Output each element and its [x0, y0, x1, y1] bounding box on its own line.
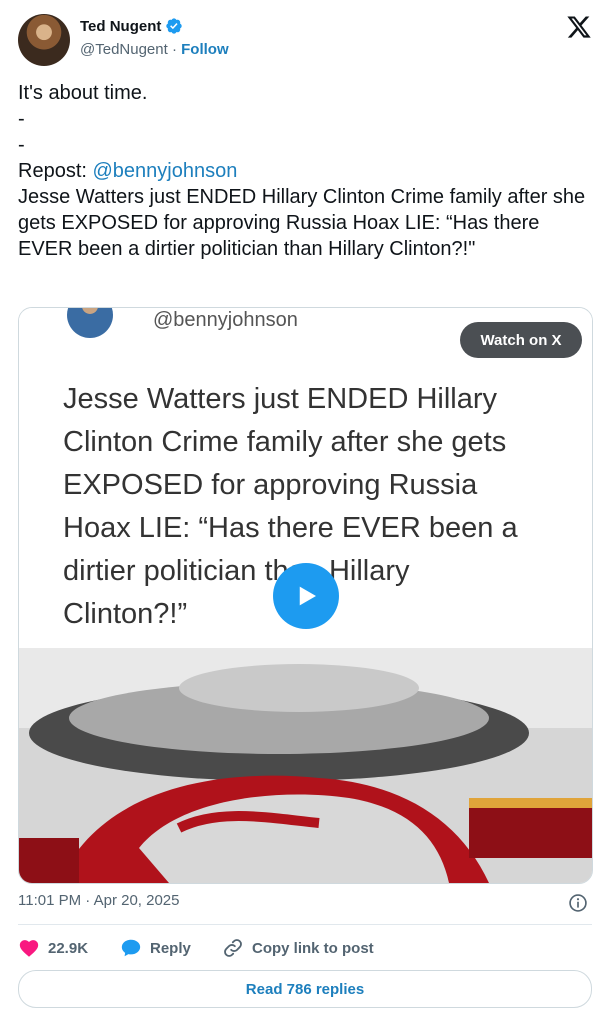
repost-prefix: Repost:	[18, 160, 93, 182]
author-name[interactable]: Ted Nugent	[80, 18, 161, 35]
media-avatar	[67, 308, 113, 338]
post-text: It's about time. - - Repost: @bennyjohns…	[18, 80, 592, 262]
repost-mention-link[interactable]: @bennyjohnson	[92, 160, 237, 182]
repost-line: Repost: @bennyjohnson	[18, 158, 592, 184]
media-handle: @bennyjohnson	[153, 309, 298, 331]
reply-button[interactable]: Reply	[120, 937, 222, 959]
author-name-row: Ted Nugent	[80, 17, 183, 35]
info-icon[interactable]	[568, 893, 588, 913]
repost-body: Jesse Watters just ENDED Hillary Clinton…	[18, 186, 591, 260]
verified-badge-icon	[166, 18, 183, 34]
action-bar: 22.9K Reply Copy link to post	[18, 936, 374, 960]
post-line: -	[18, 134, 25, 156]
reply-label: Reply	[150, 939, 191, 957]
author-handle-row: @TedNugent · Follow	[80, 41, 229, 58]
separator: ·	[171, 41, 177, 58]
copy-link-button[interactable]: Copy link to post	[222, 937, 374, 959]
read-replies-button[interactable]: Read 786 replies	[18, 970, 592, 1008]
copy-link-label: Copy link to post	[252, 939, 374, 957]
divider	[18, 924, 592, 925]
embedded-post: Ted Nugent @TedNugent · Follow It's abou…	[0, 0, 610, 1024]
link-icon	[224, 939, 242, 957]
speech-bubble-icon	[121, 939, 141, 957]
media-quote-line: EXPOSED for approving Russia	[63, 469, 478, 501]
play-button[interactable]	[273, 563, 339, 629]
video-media[interactable]: @bennyjohnson Jesse Watters just ENDED H…	[18, 307, 593, 884]
media-quote-line: Hoax LIE: “Has there EVER been a	[63, 512, 518, 544]
heart-icon	[19, 940, 39, 957]
like-count: 22.9K	[48, 939, 89, 957]
x-logo-icon[interactable]	[566, 14, 592, 40]
post-timestamp[interactable]: 11:01 PM · Apr 20, 2025	[18, 892, 180, 909]
watch-on-x-button[interactable]: Watch on X	[460, 322, 582, 358]
follow-link[interactable]: Follow	[181, 41, 229, 58]
post-line: -	[18, 108, 25, 130]
author-avatar[interactable]	[18, 14, 70, 66]
media-quote-line: Jesse Watters just ENDED Hillary	[63, 383, 498, 415]
like-button[interactable]: 22.9K	[18, 937, 120, 959]
media-quote-line: Clinton Crime family after she gets	[63, 426, 507, 458]
video-scene	[19, 648, 592, 883]
author-handle[interactable]: @TedNugent	[80, 41, 168, 58]
play-icon	[299, 586, 316, 606]
post-line: It's about time.	[18, 82, 148, 104]
